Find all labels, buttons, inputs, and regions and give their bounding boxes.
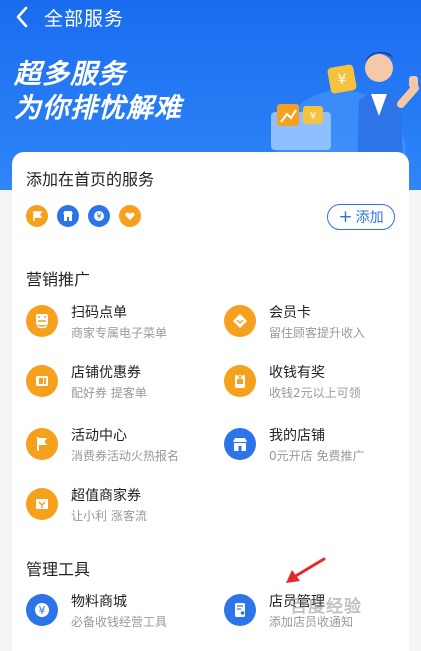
add-favorite-button[interactable]: + 添加 xyxy=(327,204,395,230)
back-button[interactable] xyxy=(0,0,44,34)
store-icon[interactable] xyxy=(57,205,79,227)
staff-icon xyxy=(224,594,256,626)
item-title: 店铺优惠券 xyxy=(71,365,141,381)
merchant-coupon-icon xyxy=(26,488,58,520)
pointer-arrow xyxy=(286,557,326,583)
item-title: 扫码点单 xyxy=(71,305,127,321)
item-subtitle: 配好券 提客单 xyxy=(71,386,147,400)
add-label: 添加 xyxy=(355,210,384,226)
service-item-member-card[interactable]: 会员卡 留住顾客提升收入 xyxy=(224,305,365,343)
svg-text:¥: ¥ xyxy=(96,212,101,221)
member-card-icon xyxy=(224,305,256,337)
flag-icon[interactable] xyxy=(26,205,48,227)
svg-text:¥: ¥ xyxy=(338,72,347,88)
service-item-scan-order[interactable]: 扫码点单 商家专属电子菜单 xyxy=(26,305,167,343)
service-item-my-store[interactable]: 我的店铺 0元开店 免费推广 xyxy=(224,428,364,466)
item-subtitle: 留住顾客提升收入 xyxy=(269,326,366,340)
item-subtitle: 0元开店 免费推广 xyxy=(269,449,365,463)
scan-menu-icon xyxy=(26,305,58,337)
flag-icon xyxy=(26,428,58,460)
marketing-section-title: 营销推广 xyxy=(26,270,91,289)
service-item-merchant-coupon[interactable]: 超值商家券 让小利 涨客流 xyxy=(26,488,147,526)
store-icon xyxy=(224,428,256,460)
gift-icon xyxy=(224,365,256,397)
service-item-material-mall[interactable]: ¥ 物料商城 必备收钱经营工具 xyxy=(26,594,167,632)
nav-bar: 全部服务 xyxy=(0,0,421,34)
svg-text:¥: ¥ xyxy=(39,604,46,617)
heart-icon[interactable] xyxy=(119,205,141,227)
plus-icon: + xyxy=(338,206,353,227)
banner-slogan: 超多服务 为你排忧解难 xyxy=(14,58,182,126)
item-subtitle: 必备收钱经营工具 xyxy=(71,615,168,629)
coin-icon: ¥ xyxy=(26,594,58,626)
item-title: 物料商城 xyxy=(71,594,127,610)
item-subtitle: 让小利 涨客流 xyxy=(71,509,147,523)
services-card: 添加在首页的服务 ¥ + 添加 营销推广 扫码点单 商家专属电子菜单 会员卡 留… xyxy=(12,152,409,651)
item-subtitle: 收钱2元以上可领 xyxy=(269,386,361,400)
chevron-left-icon xyxy=(16,6,28,28)
item-title: 会员卡 xyxy=(269,305,311,321)
banner-line-1: 超多服务 xyxy=(14,59,126,90)
coin-icon[interactable]: ¥ xyxy=(88,205,110,227)
favorites-icons: ¥ xyxy=(26,205,141,227)
service-item-store-coupon[interactable]: 店铺优惠券 配好券 提客单 xyxy=(26,365,147,403)
service-item-cash-reward[interactable]: 收钱有奖 收钱2元以上可领 xyxy=(224,365,361,403)
item-subtitle: 消费券活动火热报名 xyxy=(71,449,180,463)
item-title: 超值商家券 xyxy=(71,488,141,504)
service-item-activity-center[interactable]: 活动中心 消费券活动火热报名 xyxy=(26,428,179,466)
item-subtitle: 商家专属电子菜单 xyxy=(71,326,168,340)
item-title: 活动中心 xyxy=(71,428,127,444)
banner-line-2: 为你排忧解难 xyxy=(14,93,182,124)
coupon-icon xyxy=(26,365,58,397)
svg-text:¥: ¥ xyxy=(310,111,316,122)
item-title: 收钱有奖 xyxy=(269,365,325,381)
favorites-title: 添加在首页的服务 xyxy=(26,170,155,189)
page-title: 全部服务 xyxy=(44,7,125,30)
item-title: 我的店铺 xyxy=(269,428,325,444)
service-person-illustration: ¥ ¥ xyxy=(271,52,419,170)
watermark: 百度经验 xyxy=(290,597,362,617)
tools-section-title: 管理工具 xyxy=(26,560,91,579)
